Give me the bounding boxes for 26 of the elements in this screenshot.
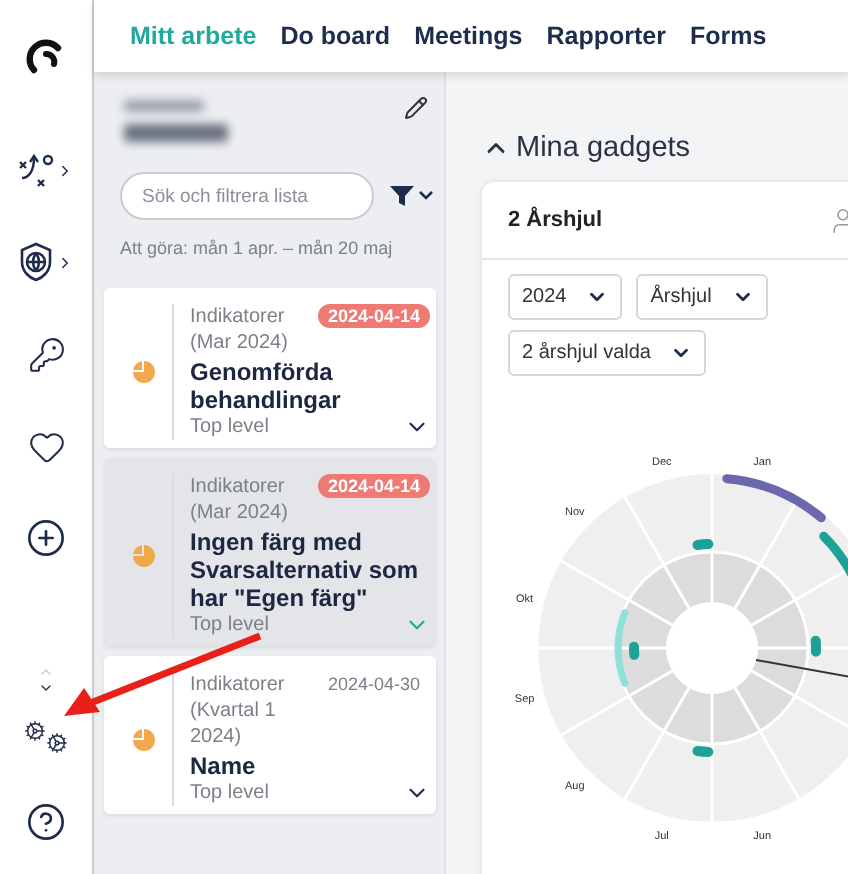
filter-dropdown[interactable]: Årshjul — [636, 274, 768, 320]
due-date: 2024-04-14 — [318, 304, 431, 328]
filter-dropdown[interactable]: 2 årshjul valda — [508, 330, 707, 376]
filter-dropdown[interactable]: 2024 — [508, 274, 623, 320]
period-label: Att göra: mån 1 apr. – mån 20 maj — [118, 236, 395, 258]
search-field[interactable]: Sök och filtrera lista — [120, 172, 374, 220]
nav-tab[interactable]: Do board — [280, 22, 391, 50]
task-category: Indikatorer (Kvartal 1 2024) — [190, 672, 287, 750]
task-scope: Top level — [190, 612, 269, 638]
nav-tab[interactable]: Forms — [689, 22, 767, 50]
task-category: Indikatorer (Mar 2024) — [190, 474, 290, 526]
gadget-title: 2 Årshjul — [508, 208, 603, 232]
due-date: 2024-04-30 — [326, 672, 423, 696]
nav-tab[interactable]: Rapporter — [546, 22, 666, 50]
task-title: Ingen färg med Svarsalternativ som har "Egen färg" — [190, 528, 421, 612]
task-category: Indikatorer (Mar 2024) — [190, 304, 290, 356]
task-card[interactable]: Indikatorer (Mar 2024) 2024-04-14 Genomförda behandlingar Top level — [104, 288, 436, 448]
nav-tab[interactable]: Meetings — [414, 22, 523, 50]
task-card[interactable]: Indikatorer (Kvartal 1 2024) 2024-04-30 Name Top level — [104, 656, 436, 814]
task-scope: Top level — [190, 414, 269, 440]
task-title: Genomförda behandlingar — [190, 358, 343, 414]
task-title: Name — [190, 752, 258, 780]
task-scope: Top level — [190, 780, 269, 806]
section-title: Mina gadgets — [516, 132, 691, 164]
due-date: 2024-04-14 — [318, 474, 431, 498]
task-card[interactable]: Indikatorer (Mar 2024) 2024-04-14 Ingen färg med Svarsalternativ som har "Egen färg" Top level — [104, 458, 436, 646]
